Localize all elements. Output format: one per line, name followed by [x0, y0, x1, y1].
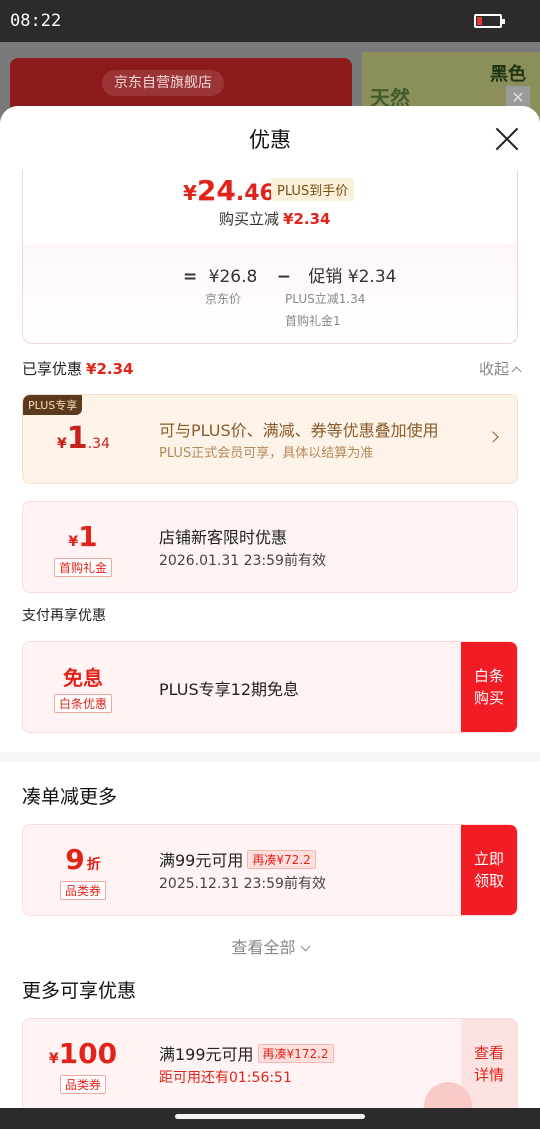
- chevron-right-icon: [487, 431, 499, 443]
- enjoyed-label: 已享优惠: [22, 360, 83, 378]
- section-divider: [0, 752, 540, 762]
- enjoyed-value: ¥2.34: [86, 360, 134, 378]
- more-offers-heading: 更多可享优惠: [22, 980, 137, 1002]
- pay-section-title: 支付再享优惠: [22, 608, 106, 624]
- price-breakdown: [23, 244, 517, 343]
- coupon-gap-tag: 再凑¥72.2: [247, 850, 316, 869]
- gift-yen: ¥: [68, 534, 79, 550]
- new-customer-card: ¥1 首购礼金 店铺新客限时优惠 2026.01.31 23:59前有效: [22, 501, 518, 593]
- promo-label: 促销: [308, 267, 343, 287]
- close-icon[interactable]: [494, 126, 520, 152]
- chevron-up-icon: [511, 366, 522, 377]
- plus-amount: ¥1.34: [57, 421, 110, 456]
- coupon-unit: 折: [86, 857, 101, 873]
- final-price: ¥24.46: [183, 174, 275, 207]
- coupon100-gap-tag: 再凑¥172.2: [257, 1044, 334, 1063]
- battery-icon: [474, 14, 505, 28]
- coupon100-int: 100: [58, 1037, 118, 1070]
- plus-price-tag: PLUS到手价: [271, 178, 355, 201]
- coupon-label: 品类券: [59, 881, 107, 900]
- coupon100-condition: 满199元可用 再凑¥172.2: [159, 1041, 334, 1065]
- claim-btn-line2: 领取: [473, 872, 504, 890]
- new-customer-amount: ¥1 首购礼金: [23, 502, 143, 592]
- price-summary-card: ¥24.46 PLUS到手价 购买立减 ¥2.34 = ¥26.8 − 促销 ¥2…: [22, 166, 518, 344]
- chevron-down-icon: [300, 941, 310, 952]
- collapse-toggle[interactable]: 收起: [478, 358, 522, 379]
- price-yen: ¥: [183, 181, 197, 205]
- buy-reduce-value: ¥2.34: [283, 210, 331, 228]
- plus-yen: ¥: [57, 436, 67, 452]
- plus-dec: .34: [87, 436, 110, 452]
- enjoyed-discount: 已享优惠 ¥2.34: [22, 358, 133, 379]
- plus-reduce-label: PLUS立减1.34: [285, 292, 366, 306]
- view-all-label: 查看全部: [231, 938, 296, 957]
- equals-sign: =: [183, 267, 198, 287]
- store-name: 京东自营旗舰店: [102, 70, 224, 96]
- home-indicator[interactable]: [175, 1114, 365, 1119]
- buy-reduce: 购买立减 ¥2.34: [219, 208, 330, 229]
- baitiao-label: 白条优惠: [53, 694, 113, 713]
- baitiao-card: 免息 白条优惠 PLUS专享12期免息 白条 购买: [22, 641, 518, 733]
- details-btn-line1: 查看: [473, 1044, 504, 1062]
- more-reduce-heading: 凑单减更多: [22, 786, 118, 808]
- minus-sign: −: [276, 267, 291, 287]
- price-equation: = ¥26.8 − 促销 ¥2.34: [177, 262, 396, 287]
- jd-price-label: 京东价: [205, 292, 242, 306]
- status-bar: 08:22: [0, 0, 540, 42]
- discount-coupon-card: 9折 品类券 满99元可用 再凑¥72.2 2025.12.31 23:59前有效…: [22, 824, 518, 916]
- baitiao-buy-button[interactable]: 白条 购买: [461, 642, 517, 732]
- baitiao-amount: 免息 白条优惠: [23, 642, 143, 732]
- claim-btn-line1: 立即: [473, 850, 504, 868]
- coupon100-countdown: 距可用还有01:56:51: [159, 1070, 292, 1086]
- price-dec: .46: [235, 181, 275, 206]
- first-gift-label: 首购礼金1: [285, 314, 341, 328]
- coupon-condition-text: 满99元可用: [159, 851, 244, 870]
- gift-amount: ¥1: [23, 520, 143, 553]
- plus-int: 1: [66, 421, 88, 456]
- gift-title: 店铺新客限时优惠: [159, 528, 288, 547]
- gift-int: 1: [78, 520, 98, 553]
- coupon100-condition-text: 满199元可用: [159, 1045, 254, 1064]
- navigation-bar: [0, 1108, 540, 1129]
- coupon-int: 9: [65, 843, 85, 876]
- coupon100-label: 品类券: [59, 1075, 107, 1094]
- claim-coupon-button[interactable]: 立即 领取: [461, 825, 517, 915]
- promo-value: ¥2.34: [347, 267, 397, 287]
- plus-desc: 可与PLUS价、满减、券等优惠叠加使用: [159, 421, 439, 440]
- gift-expiry: 2026.01.31 23:59前有效: [159, 553, 326, 569]
- plus-note: PLUS正式会员可享，具体以结算为准: [159, 446, 374, 461]
- product-badge: 黑色: [490, 64, 526, 85]
- gift-label: 首购礼金: [53, 558, 113, 577]
- baitiao-btn-line1: 白条: [473, 667, 504, 685]
- coupon100-value: ¥100: [23, 1037, 143, 1070]
- sheet-header: 优惠: [0, 106, 540, 170]
- price-int: 24: [196, 174, 236, 207]
- plus-badge: PLUS专享: [23, 395, 83, 415]
- sheet-title: 优惠: [249, 128, 291, 152]
- plus-discount-card[interactable]: PLUS专享 ¥1.34 可与PLUS价、满减、券等优惠叠加使用 PLUS正式会…: [22, 394, 518, 484]
- baitiao-desc: PLUS专享12期免息: [159, 680, 299, 699]
- coupon-expiry: 2025.12.31 23:59前有效: [159, 876, 326, 892]
- coupon-condition: 满99元可用 再凑¥72.2: [159, 847, 316, 871]
- coupon100-amount: ¥100 品类券: [23, 1019, 143, 1108]
- status-time: 08:22: [10, 11, 62, 31]
- jd-price: ¥26.8: [208, 267, 258, 287]
- interest-free-title: 免息: [63, 666, 103, 690]
- discount-sheet: 优惠 ¥24.46 PLUS到手价 购买立减 ¥2.34 = ¥26.8 − 促销…: [0, 106, 540, 1108]
- details-btn-line2: 详情: [473, 1066, 504, 1084]
- coupon100-yen: ¥: [48, 1051, 59, 1067]
- coupon-discount: 9折: [23, 843, 143, 876]
- baitiao-btn-line2: 购买: [473, 689, 504, 707]
- collapse-label: 收起: [478, 360, 509, 378]
- view-all-link[interactable]: 查看全部: [0, 934, 540, 958]
- coupon-amount: 9折 品类券: [23, 825, 143, 915]
- buy-reduce-label: 购买立减: [219, 210, 280, 228]
- battery-level: [477, 17, 482, 25]
